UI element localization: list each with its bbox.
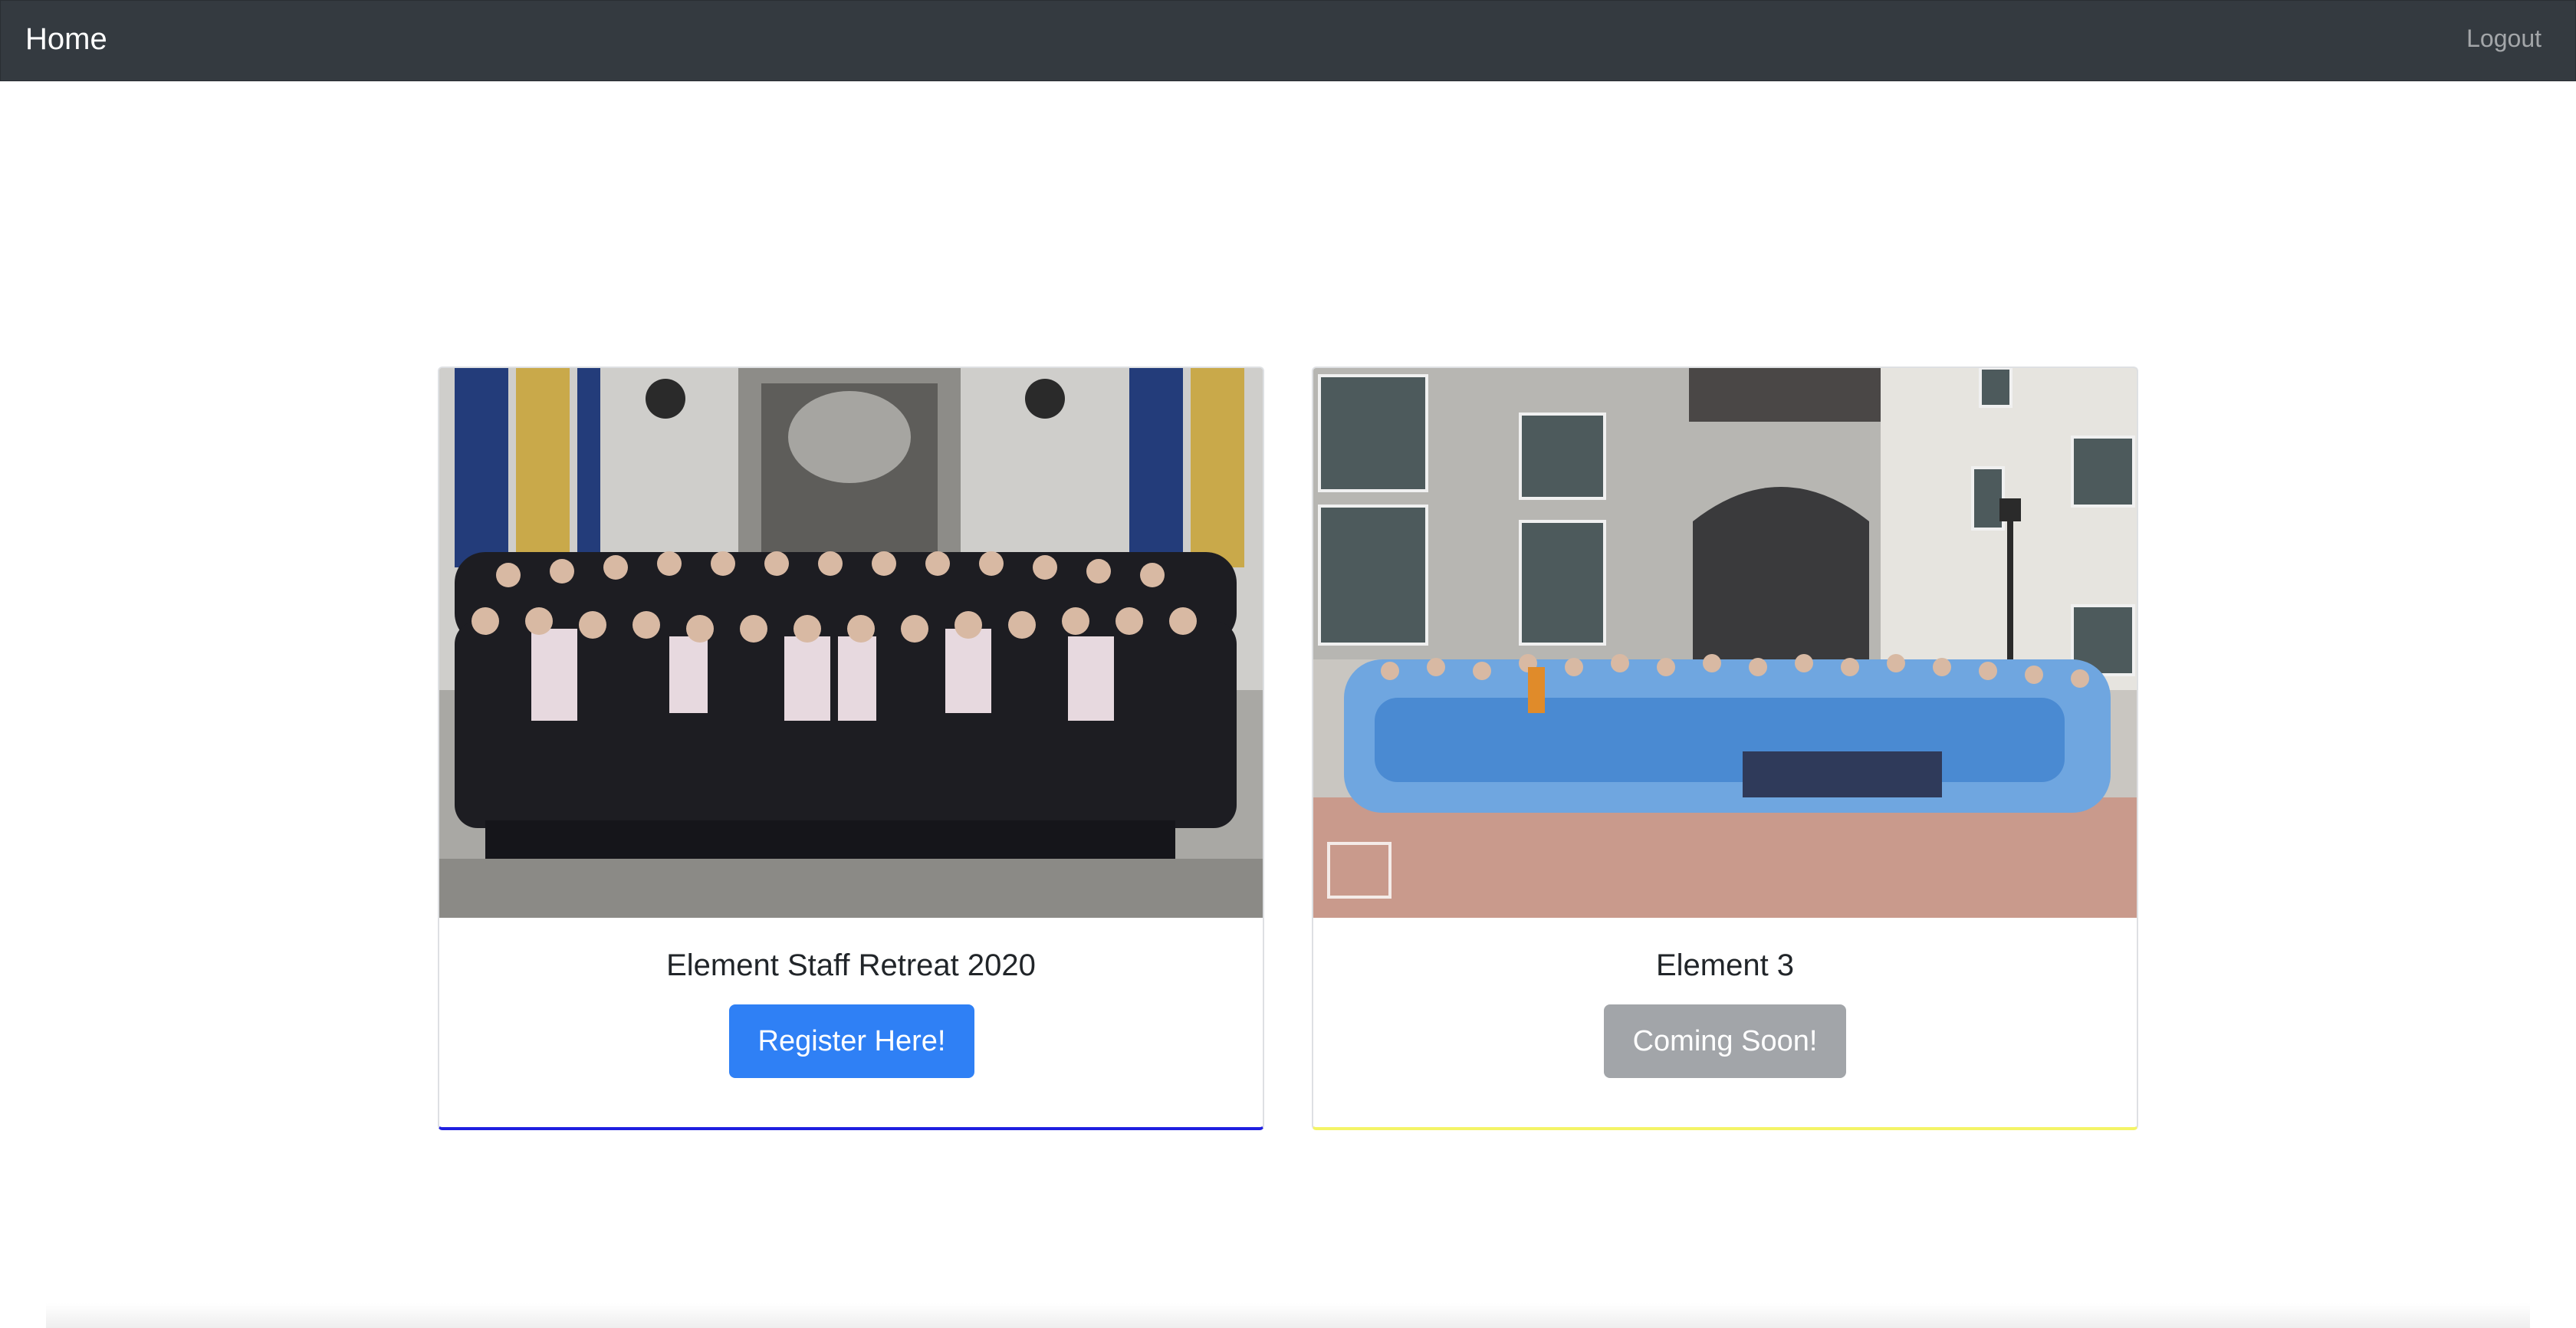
bottom-shadow	[46, 1303, 2530, 1328]
register-button[interactable]: Register Here!	[729, 1004, 974, 1078]
home-link[interactable]: Home	[25, 19, 107, 59]
coming-soon-button[interactable]: Coming Soon!	[1604, 1004, 1846, 1078]
logout-link[interactable]: Logout	[2466, 22, 2542, 54]
event-card-staff-retreat: Element Staff Retreat 2020 Register Here…	[438, 367, 1264, 1130]
card-title: Element Staff Retreat 2020	[666, 948, 1036, 982]
group-photo-formal	[439, 368, 1263, 918]
card-title: Element 3	[1655, 948, 1795, 982]
top-navbar: Home Logout	[0, 0, 2576, 81]
group-photo-outdoor	[1313, 368, 2137, 918]
event-card-element-3: Element 3 Coming Soon!	[1312, 367, 2138, 1130]
